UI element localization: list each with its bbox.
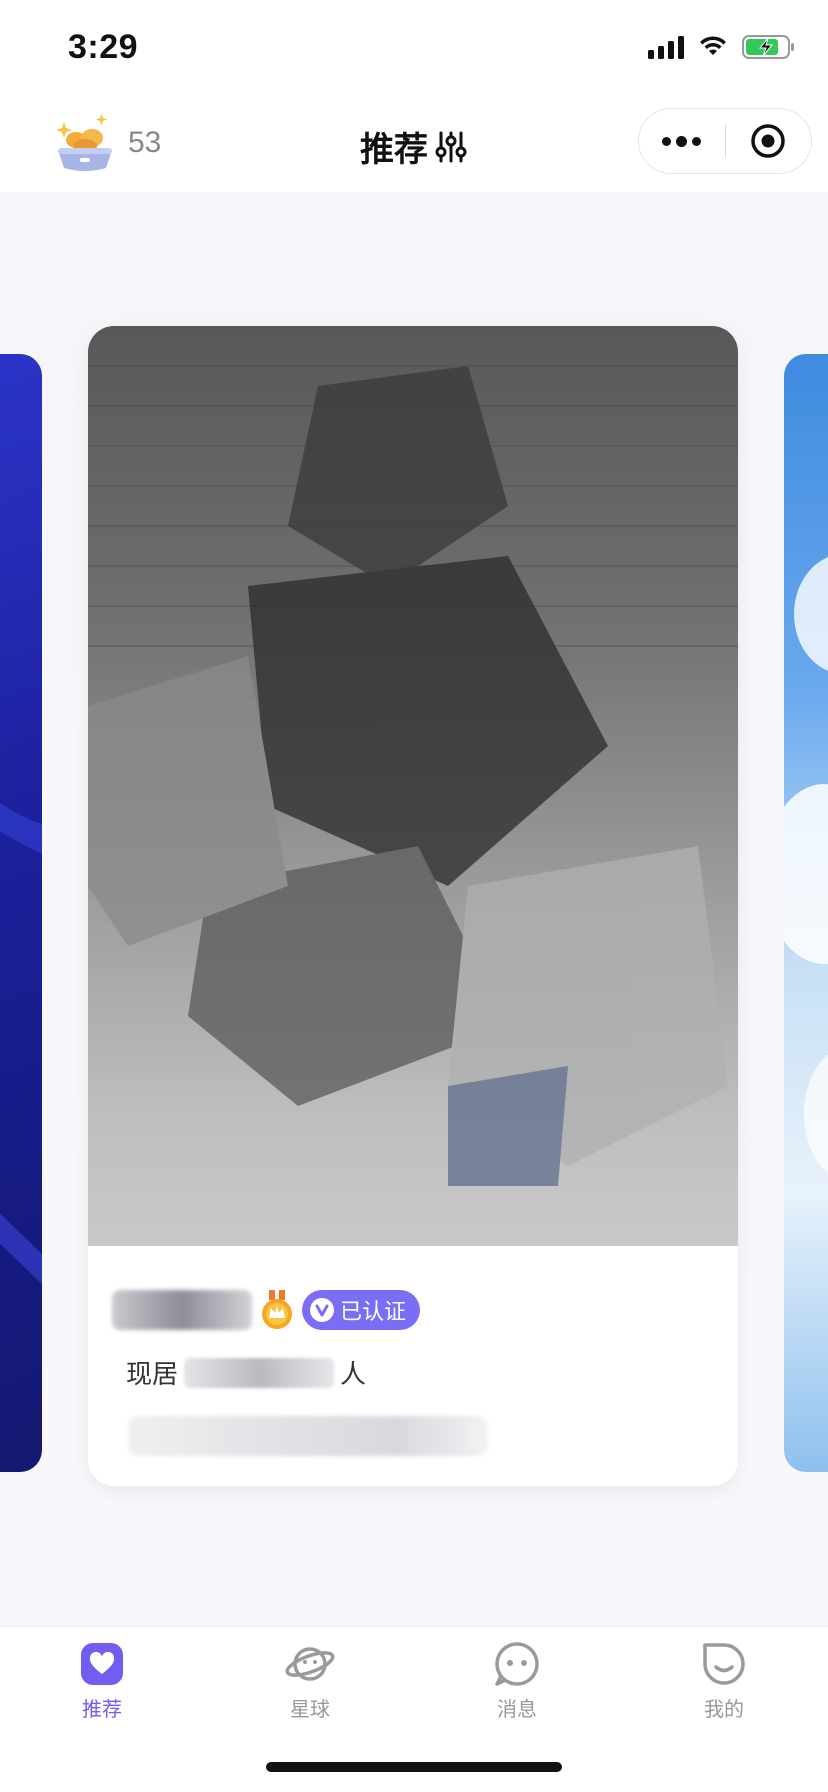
username-blurred <box>112 1290 252 1330</box>
location-suffix: 人 <box>340 1359 367 1389</box>
tab-mine[interactable]: 我的 <box>664 1641 784 1722</box>
more-dots-icon[interactable] <box>639 109 725 173</box>
tab-mine-label: 我的 <box>704 1699 744 1721</box>
tab-recommend-label: 推荐 <box>82 1699 122 1721</box>
location-prefix: 现居 <box>126 1359 179 1389</box>
nav-bar: 53 推荐 <box>0 96 828 192</box>
battery-charging-icon <box>742 35 794 59</box>
tab-messages-label: 消息 <box>497 1699 537 1721</box>
tab-recommend[interactable]: 推荐 <box>42 1641 162 1722</box>
record-target-icon[interactable] <box>726 109 812 173</box>
name-row: 已认证 <box>112 1290 421 1330</box>
home-indicator[interactable] <box>266 1762 562 1772</box>
tab-messages[interactable]: 消息 <box>457 1641 577 1722</box>
verified-check-icon <box>310 1298 334 1322</box>
previous-profile-card[interactable] <box>0 354 42 1472</box>
smile-face-icon <box>703 1643 745 1685</box>
interest-tags-blurred <box>128 1416 488 1456</box>
profile-card[interactable]: 已认证 现居 人 <box>88 326 738 1486</box>
status-icons <box>648 34 796 60</box>
message-face-icon <box>495 1642 539 1686</box>
status-bar: 3:29 <box>0 0 828 96</box>
location-blurred <box>184 1357 335 1388</box>
next-profile-card[interactable] <box>784 354 828 1472</box>
location-row: 现居 人 <box>126 1354 366 1391</box>
crown-medal-icon <box>262 1290 292 1329</box>
sliders-icon[interactable] <box>434 130 468 164</box>
verified-badge: 已认证 <box>302 1290 421 1330</box>
wifi-icon <box>700 36 726 55</box>
tab-planet-label: 星球 <box>290 1699 330 1721</box>
cellular-signal-icon <box>648 35 684 59</box>
recommend-feed: 已认证 现居 人 <box>0 192 828 1626</box>
mini-program-capsule <box>638 108 812 174</box>
profile-photo-blurred <box>88 326 738 1246</box>
status-time: 3:29 <box>68 28 139 66</box>
sky-clouds-graphic <box>784 557 828 1174</box>
verified-label: 已认证 <box>340 1299 407 1324</box>
heart-icon <box>81 1643 123 1685</box>
page-title-text: 推荐 <box>360 131 428 169</box>
profile-info: 已认证 现居 人 <box>88 1246 738 1486</box>
tab-planet[interactable]: 星球 <box>250 1641 370 1722</box>
abstract-wave-graphic <box>0 803 42 1284</box>
planet-icon <box>285 1647 335 1681</box>
